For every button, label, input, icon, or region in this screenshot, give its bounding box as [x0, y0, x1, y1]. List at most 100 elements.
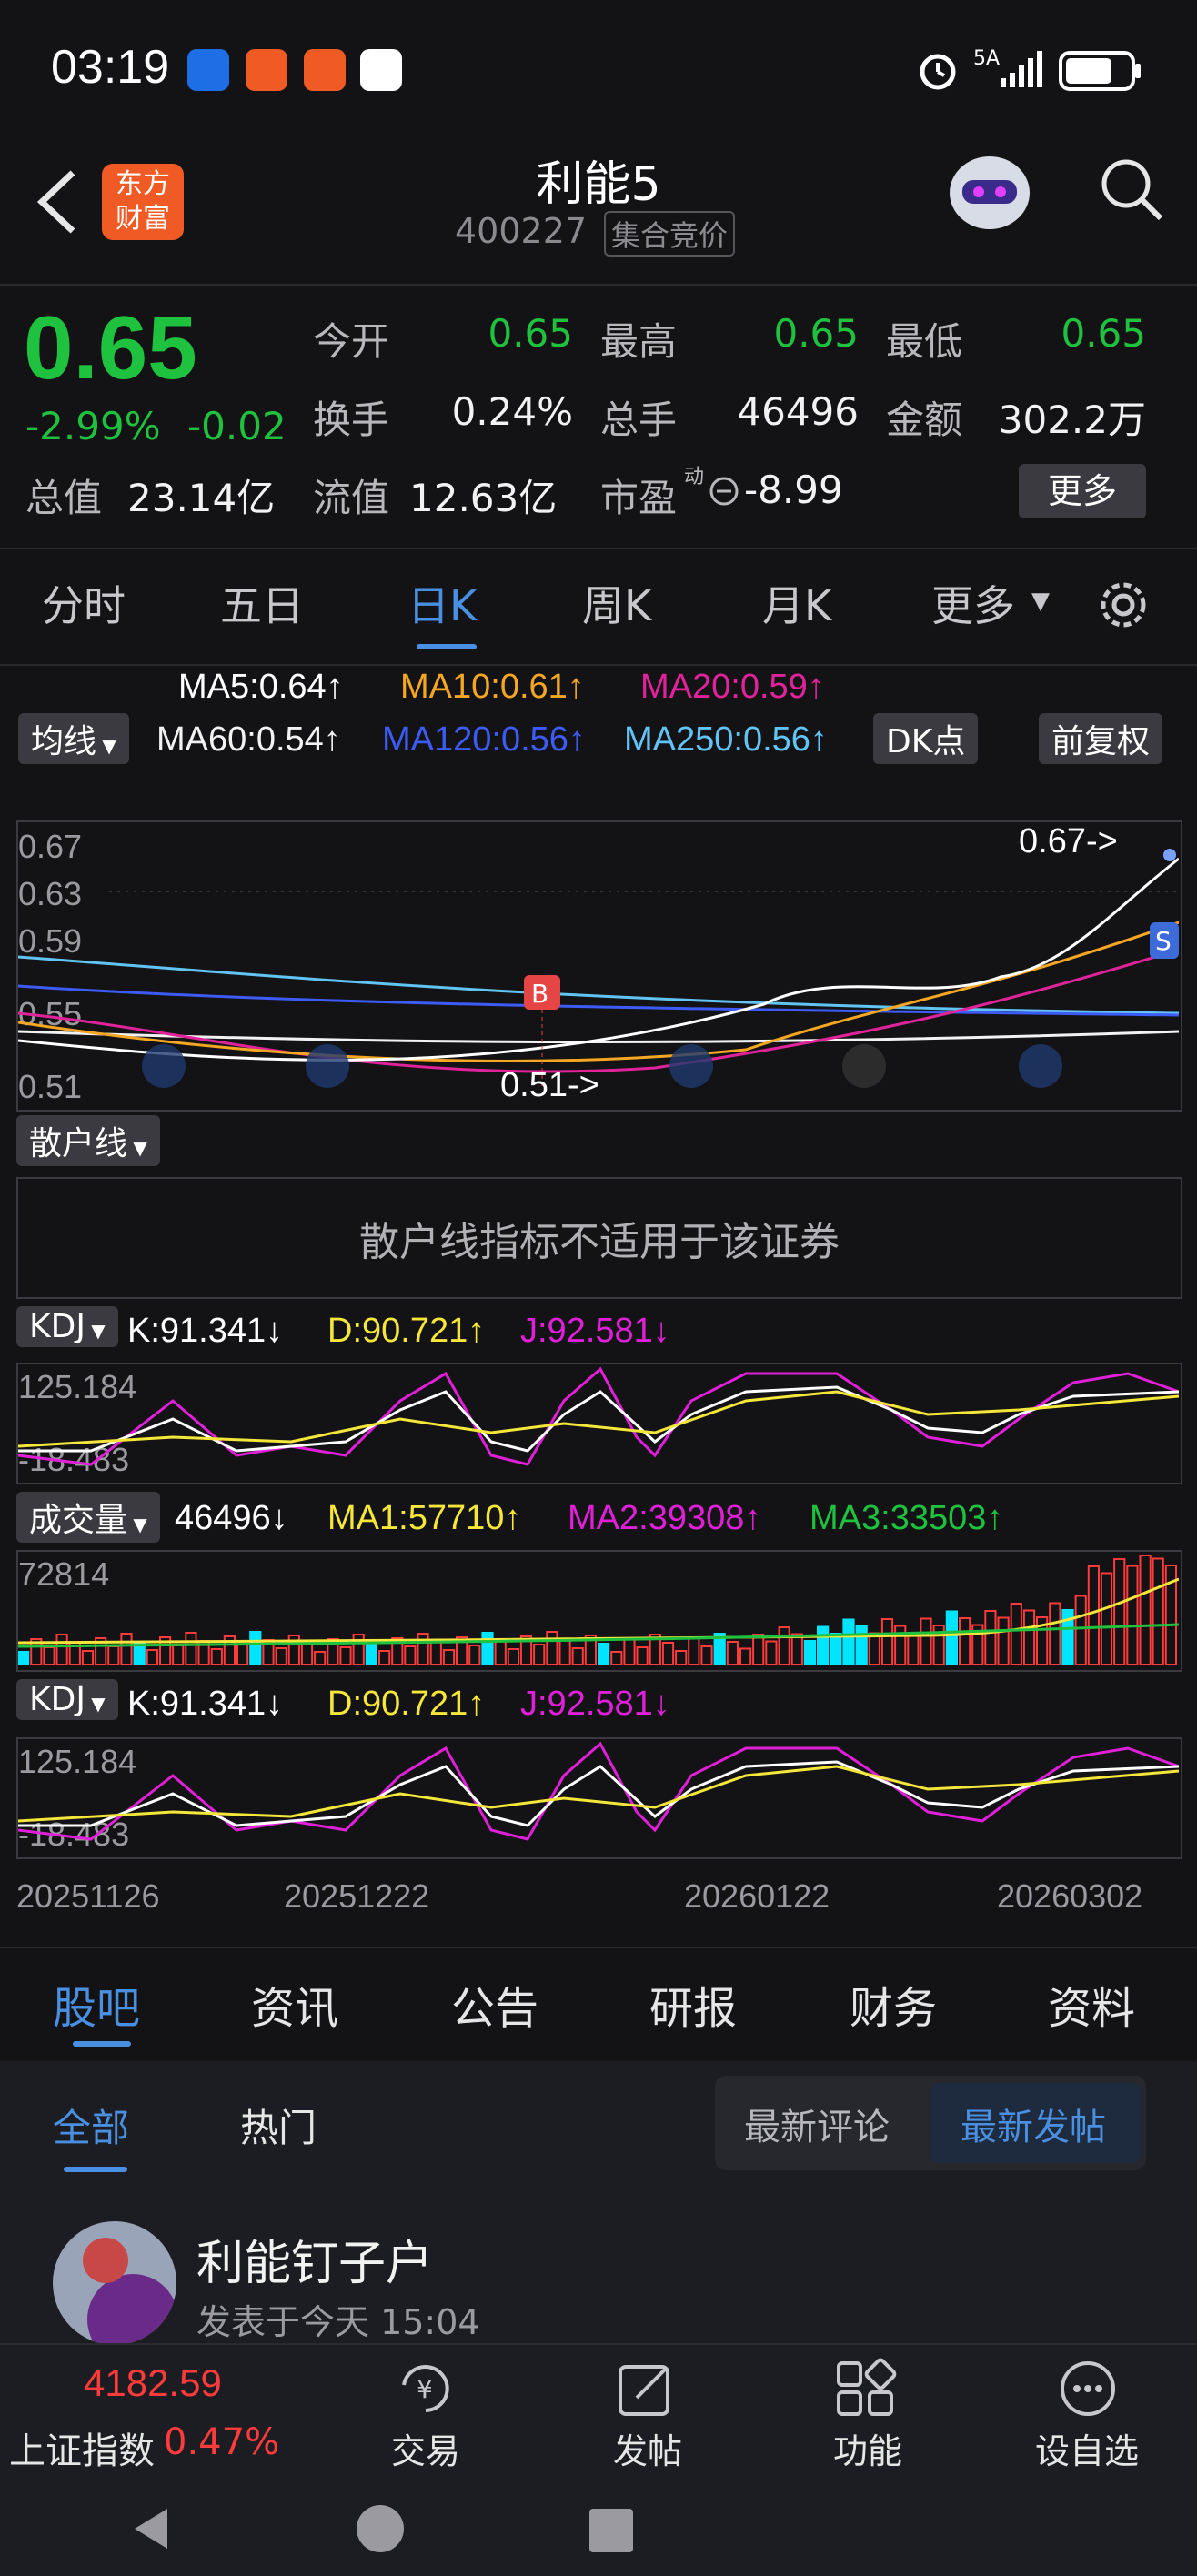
robot-assistant-icon[interactable] [942, 149, 1037, 236]
open-value: 0.65 [488, 311, 573, 356]
volume-bar [675, 1650, 688, 1665]
tab-five-day[interactable]: 五日 [220, 573, 304, 633]
kdj-selector-2[interactable]: KDJ ▼ [16, 1679, 118, 1720]
volume-bar [481, 1632, 494, 1665]
nav-watchlist[interactable]: 设自选 [1019, 2423, 1155, 2473]
buy-tag[interactable]: B [531, 979, 548, 1009]
high-marker: 0.67-> [1019, 822, 1118, 860]
sort-latest-comment[interactable]: 最新评论 [744, 2098, 890, 2150]
volume-label: 总手 [600, 397, 678, 442]
kdj-selector-1[interactable]: KDJ ▼ [16, 1306, 118, 1347]
auction-tag: 集合竞价 [604, 211, 736, 257]
search-icon[interactable] [1097, 155, 1166, 224]
index-name[interactable]: 上证指数 [9, 2421, 155, 2474]
volume-bar [210, 1648, 223, 1665]
float-label: 流值 [313, 476, 390, 520]
battery-icon [1059, 51, 1141, 91]
volume-bar [494, 1640, 507, 1665]
pe-value: -8.99 [744, 468, 843, 512]
volume-bar [790, 1633, 803, 1665]
tab-profile[interactable]: 资料 [1048, 1972, 1135, 2036]
volume-bar [894, 1625, 907, 1665]
volume-bar [546, 1631, 558, 1665]
high-value: 0.65 [773, 311, 859, 356]
volume-selector-label: 成交量 [29, 1502, 128, 1539]
kdj1-d: D:90.721↑ [327, 1312, 486, 1350]
volume-bar [842, 1618, 855, 1665]
volume-bar [404, 1645, 417, 1665]
kdj1-j: J:92.581↓ [520, 1312, 670, 1350]
sort-latest-post[interactable]: 最新发帖 [961, 2098, 1106, 2150]
tab-news[interactable]: 资讯 [251, 1972, 338, 2036]
volume-bar [997, 1616, 1010, 1665]
tab-monthly-k[interactable]: 月K [762, 573, 831, 633]
dk-button[interactable]: DK点 [873, 713, 979, 764]
ma-selector-label: 均线 [31, 723, 97, 760]
svg-text:¥: ¥ [417, 2374, 433, 2404]
volume-bar [1087, 1565, 1101, 1665]
volume-bar [429, 1641, 442, 1665]
volume-bar [984, 1610, 997, 1665]
volume-bar [945, 1610, 958, 1665]
index-change: 0.47% [164, 2421, 280, 2463]
volume-bar [1126, 1565, 1139, 1665]
open-label: 今开 [313, 319, 390, 364]
more-button[interactable]: 更多 [1019, 464, 1146, 518]
post-time: 发表于今天 15:04 [196, 2302, 480, 2342]
ma-selector[interactable]: 均线 ▼ [18, 713, 129, 764]
avatar[interactable] [51, 2219, 178, 2347]
kdj-caret-icon-2: ▼ [85, 1693, 106, 1715]
volume-bar [275, 1647, 287, 1665]
volume-bar [43, 1646, 55, 1665]
trade-icon[interactable]: ¥ [389, 2358, 462, 2421]
compose-icon[interactable] [611, 2358, 684, 2421]
kdj-chart-1-svg [18, 1366, 1179, 1466]
gear-icon[interactable] [1093, 575, 1153, 635]
ma20-label: MA20:0.59↑ [640, 668, 825, 706]
volume-ma1: MA1:57710↑ [327, 1499, 522, 1537]
volume-bar [146, 1649, 159, 1665]
volume-bar [1049, 1602, 1061, 1665]
pe-sup: 动 [684, 466, 705, 488]
filter-hot[interactable]: 热门 [240, 2098, 317, 2153]
volume-bar [417, 1633, 429, 1665]
tab-announcements[interactable]: 公告 [451, 1972, 538, 2036]
nav-trade[interactable]: 交易 [371, 2423, 480, 2473]
volume-bar [236, 1644, 249, 1665]
float-value: 12.63亿 [409, 476, 558, 520]
volume-bar [739, 1647, 752, 1665]
filter-all[interactable]: 全部 [53, 2098, 129, 2153]
volume-bar [855, 1625, 868, 1665]
volume-bar [1139, 1555, 1152, 1665]
tab-more[interactable]: 更多 [931, 573, 1015, 633]
grid-icon[interactable] [831, 2358, 904, 2421]
system-home-icon[interactable] [355, 2503, 406, 2554]
system-back-icon[interactable] [126, 2503, 176, 2554]
tab-daily-k[interactable]: 日K [407, 573, 477, 633]
kdj2-d: D:90.721↑ [327, 1685, 486, 1723]
tab-weekly-k[interactable]: 周K [582, 573, 651, 633]
info-circle-icon[interactable] [708, 475, 740, 508]
tab-intraday[interactable]: 分时 [42, 573, 126, 633]
sell-tag[interactable]: S [1155, 926, 1172, 956]
more-dots-icon[interactable] [1051, 2358, 1124, 2421]
volume-bar [598, 1643, 610, 1665]
ma5-label: MA5:0.64↑ [178, 668, 344, 706]
volume-bar [120, 1633, 133, 1665]
adjust-button[interactable]: 前复权 [1039, 713, 1163, 764]
nav-functions[interactable]: 功能 [811, 2423, 924, 2473]
kdj2-j: J:92.581↓ [520, 1685, 670, 1723]
tab-finance[interactable]: 财务 [850, 1972, 937, 2036]
mktcap-label: 总值 [25, 476, 103, 520]
index-value[interactable]: 4182.59 [84, 2361, 222, 2405]
nav-post[interactable]: 发帖 [593, 2423, 702, 2473]
system-recents-icon[interactable] [586, 2505, 637, 2556]
retail-selector[interactable]: 散户线 ▼ [16, 1115, 160, 1166]
tab-guba[interactable]: 股吧 [53, 1972, 140, 2036]
volume-selector[interactable]: 成交量 ▼ [16, 1492, 160, 1543]
tab-research[interactable]: 研报 [649, 1972, 737, 2036]
ma10-label: MA10:0.61↑ [400, 668, 585, 706]
post-author[interactable]: 利能钉子户 [196, 2225, 433, 2293]
volume-bar [185, 1632, 197, 1665]
turnover-value: 0.24% [451, 389, 573, 434]
